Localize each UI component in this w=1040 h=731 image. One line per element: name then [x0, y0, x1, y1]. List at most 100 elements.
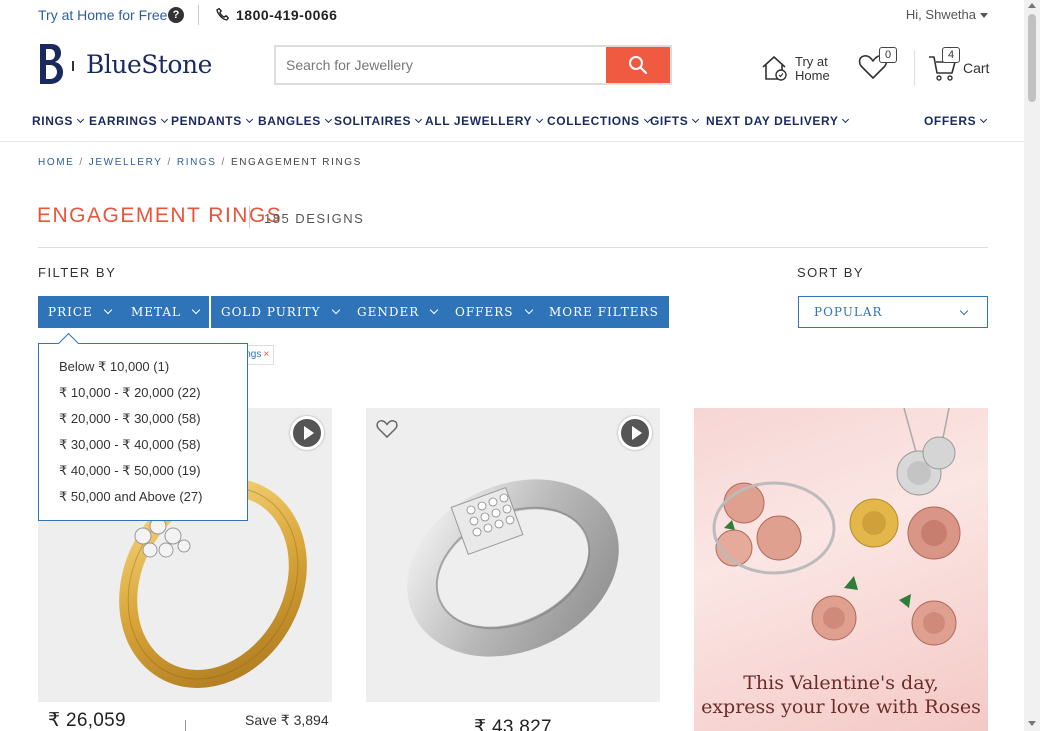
nav-item-solitaires[interactable]: SOLITAIRES [334, 114, 423, 128]
silver-band-image [407, 479, 619, 657]
nav-item-bangles[interactable]: BANGLES [258, 114, 332, 128]
nav-item-offers[interactable]: OFFERS [924, 114, 988, 128]
phone-number[interactable]: 1800-419-0066 [236, 7, 337, 23]
main-nav: RINGS EARRINGS PENDANTS BANGLES SOLITAIR… [0, 110, 1024, 142]
breadcrumb-home[interactable]: HOME [38, 157, 74, 168]
chevron-down-icon [331, 305, 340, 315]
chevron-down-icon [959, 306, 969, 316]
divider [38, 247, 988, 248]
scrollbar-thumb[interactable] [1028, 14, 1036, 102]
filter-offers-button[interactable]: OFFERS [445, 296, 542, 328]
filter-gold-purity-button[interactable]: GOLD PURITY [211, 296, 349, 328]
chevron-down-icon [161, 115, 169, 124]
breadcrumb-jewellery[interactable]: JEWELLERY [89, 157, 163, 168]
sort-value: POPULAR [814, 305, 883, 319]
valentine-promo-banner[interactable]: This Valentine's day, express your love … [694, 408, 988, 731]
logo-separator [72, 61, 74, 71]
nav-item-rings[interactable]: RINGS [32, 114, 85, 128]
breadcrumb-current: ENGAGEMENT RINGS [230, 157, 362, 168]
price-option[interactable]: ₹ 40,000 - ₹ 50,000 (19) [59, 463, 201, 479]
try-at-home-link[interactable]: Try at Home for Free [38, 7, 167, 23]
promo-line-1: This Valentine's day, [743, 672, 939, 694]
price-option[interactable]: ₹ 30,000 - ₹ 40,000 (58) [59, 437, 201, 453]
scroll-up-arrow-icon[interactable] [1028, 3, 1036, 8]
chevron-down-icon [524, 305, 533, 315]
filter-metal-button[interactable]: METAL [121, 296, 210, 328]
chevron-down-icon [536, 115, 544, 124]
divider [198, 5, 199, 25]
sort-by-label: SORT BY [797, 265, 865, 280]
filter-label: GENDER [357, 305, 420, 319]
designs-count: 185 DESIGNS [264, 211, 365, 226]
product-price: ₹ 43,827 [474, 717, 552, 731]
bluestone-logo-icon[interactable] [38, 44, 64, 84]
filter-label: GOLD PURITY [221, 305, 321, 319]
divider [185, 720, 186, 731]
chevron-down-icon [76, 115, 85, 124]
wishlist-count-badge: 0 [879, 47, 897, 63]
home-icon[interactable] [760, 54, 788, 82]
filter-label: METAL [131, 305, 182, 319]
price-option[interactable]: Below ₹ 10,000 (1) [59, 359, 169, 375]
scroll-down-arrow-icon[interactable] [1028, 721, 1036, 726]
more-filters-button[interactable]: MORE FILTERS [539, 296, 669, 328]
filter-by-label: FILTER BY [38, 265, 117, 280]
nav-label: EARRINGS [89, 114, 158, 128]
nav-item-collections[interactable]: COLLECTIONS [547, 114, 651, 128]
filter-gender-button[interactable]: GENDER [347, 296, 448, 328]
price-option[interactable]: ₹ 50,000 and Above (27) [59, 489, 202, 505]
play-video-icon[interactable] [618, 416, 652, 450]
nav-label: RINGS [32, 114, 74, 128]
chevron-down-icon [245, 115, 253, 124]
product-price: ₹ 26,059 [48, 710, 126, 731]
price-option[interactable]: ₹ 10,000 - ₹ 20,000 (22) [59, 385, 201, 401]
nav-label: ALL JEWELLERY [425, 114, 533, 128]
chevron-down-icon [842, 115, 850, 124]
greeting-text: Hi, Shwetha [905, 7, 976, 22]
nav-label: COLLECTIONS [547, 114, 640, 128]
top-bar: Try at Home for Free ? 1800-419-0066 Hi,… [0, 0, 1024, 30]
chevron-down-icon [980, 115, 988, 124]
nav-label: NEXT DAY DELIVERY [706, 114, 839, 128]
chevron-down-icon [692, 115, 700, 124]
search-button[interactable] [606, 47, 670, 83]
nav-label: PENDANTS [171, 114, 242, 128]
chevron-down-icon [430, 305, 439, 315]
try-home-line2: Home [795, 68, 830, 83]
product-card[interactable] [366, 408, 660, 702]
breadcrumb-rings[interactable]: RINGS [177, 157, 217, 168]
divider [914, 50, 915, 86]
search-input[interactable] [276, 47, 606, 83]
try-at-home-button[interactable]: Try at Home [795, 55, 835, 83]
filter-price-button[interactable]: PRICE [38, 296, 121, 328]
nav-item-earrings[interactable]: EARRINGS [89, 114, 169, 128]
nav-item-all-jewellery[interactable]: ALL JEWELLERY [425, 114, 544, 128]
price-option[interactable]: ₹ 20,000 - ₹ 30,000 (58) [59, 411, 201, 427]
logo-text[interactable]: BlueStone [86, 50, 212, 79]
chevron-down-icon [324, 115, 332, 124]
product-savings: Save ₹ 3,894 [245, 712, 329, 728]
cart-label[interactable]: Cart [963, 60, 989, 76]
sort-select[interactable]: POPULAR [798, 296, 988, 328]
breadcrumb: HOME / JEWELLERY / RINGS / ENGAGEMENT RINGS [38, 157, 362, 168]
chevron-down-icon [103, 305, 113, 315]
play-video-icon[interactable] [290, 416, 324, 450]
nav-item-pendants[interactable]: PENDANTS [171, 114, 253, 128]
filter-label: MORE FILTERS [549, 305, 659, 319]
rose-jewellery-image [712, 408, 961, 646]
nav-label: GIFTS [650, 114, 689, 128]
page-scrollbar[interactable] [1024, 0, 1040, 731]
search-icon [629, 56, 648, 75]
divider [249, 206, 250, 228]
search-bar [274, 45, 672, 85]
question-circle-icon[interactable]: ? [168, 7, 184, 23]
price-filter-dropdown: Below ₹ 10,000 (1) ₹ 10,000 - ₹ 20,000 (… [38, 343, 248, 521]
try-home-line1: Try at [795, 54, 828, 69]
wishlist-heart-icon[interactable] [376, 418, 398, 440]
nav-label: BANGLES [258, 114, 321, 128]
nav-item-gifts[interactable]: GIFTS [650, 114, 700, 128]
nav-item-next-day-delivery[interactable]: NEXT DAY DELIVERY [706, 114, 850, 128]
user-menu[interactable]: Hi, Shwetha [906, 7, 988, 22]
close-icon[interactable]: × [263, 349, 269, 360]
nav-label: OFFERS [924, 114, 977, 128]
